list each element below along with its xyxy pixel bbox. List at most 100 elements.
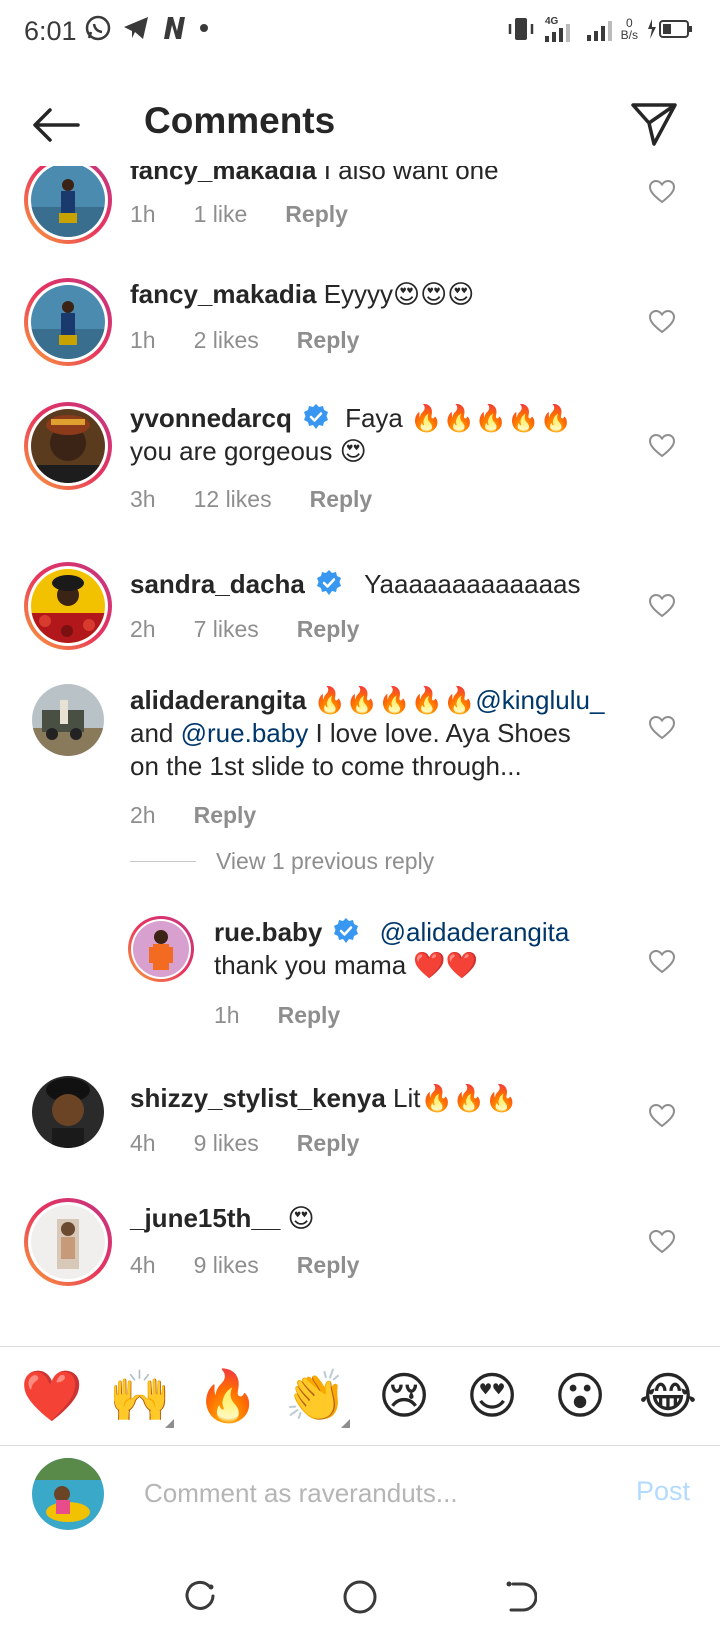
signal-bars-icon	[585, 15, 613, 43]
comment-text: 🔥🔥🔥🔥🔥	[313, 685, 476, 715]
page-title: Comments	[144, 100, 336, 141]
comment-time: 4h	[130, 1130, 156, 1156]
reply-button[interactable]: Reply	[297, 1130, 360, 1157]
avatar[interactable]	[24, 278, 112, 366]
comment-likes[interactable]: 7 likes	[194, 616, 259, 643]
status-time: 6:01	[24, 16, 77, 46]
comment-text-and: and	[130, 718, 174, 748]
emoji-crying-button[interactable]: 😢	[366, 1358, 442, 1434]
heart-outline-icon	[649, 310, 675, 334]
view-previous-replies-button[interactable]: View 1 previous reply	[130, 848, 434, 875]
emoji-heart-button[interactable]: ❤️	[14, 1358, 90, 1434]
comment-meta: 1h 2 likes Reply	[130, 327, 397, 354]
like-comment-button[interactable]	[644, 588, 680, 624]
like-comment-button[interactable]	[644, 1224, 680, 1260]
verified-badge-icon	[334, 918, 359, 943]
system-icons: 4G 0 B/s	[507, 14, 694, 44]
tears-of-joy-emoji: 😂	[638, 1368, 698, 1424]
reply-button[interactable]: Reply	[310, 486, 373, 513]
avatar[interactable]	[24, 1198, 112, 1286]
direct-message-button[interactable]	[628, 98, 680, 150]
like-comment-button[interactable]	[644, 1098, 680, 1134]
comment-likes[interactable]: 12 likes	[194, 486, 272, 513]
comment-username[interactable]: sandra_dacha	[130, 569, 305, 599]
reply-text: thank you mama ❤️❤️	[214, 950, 479, 980]
telegram-icon	[122, 15, 150, 41]
avatar[interactable]	[24, 562, 112, 650]
clapping-hands-emoji: 👏	[284, 1367, 348, 1424]
reply-meta: 1h Reply	[214, 1002, 378, 1029]
reply-username[interactable]: rue.baby	[214, 917, 322, 947]
emoji-fire-button[interactable]: 🔥	[190, 1358, 266, 1434]
comment-text: Eyyyy😍😍😍	[323, 279, 475, 309]
comment-text-line2: I love love. Aya Shoes	[315, 718, 571, 748]
post-button[interactable]: Post	[636, 1476, 690, 1507]
mention-link[interactable]: @alidaderangita	[380, 917, 570, 947]
home-circle-icon	[343, 1580, 377, 1614]
comment-username[interactable]: shizzy_stylist_kenya	[130, 1083, 386, 1113]
emoji-raised-hands-button[interactable]: 🙌	[102, 1358, 178, 1434]
reply-item: rue.baby @alidaderangita thank you mama …	[0, 916, 720, 1036]
mention-link[interactable]: @kinglulu_	[475, 685, 604, 715]
comment-username[interactable]: yvonnedarcq	[130, 403, 292, 433]
like-reply-button[interactable]	[644, 944, 680, 980]
reply-button[interactable]: Reply	[278, 1002, 341, 1029]
comment-username[interactable]: fancy_makadia	[130, 279, 316, 309]
dot-icon	[198, 22, 210, 34]
comments-list[interactable]: fancy_makadia I also want one 1h 1 like …	[0, 166, 720, 1346]
comment-input[interactable]	[144, 1470, 584, 1516]
comment-item: fancy_makadia I also want one 1h 1 like …	[0, 166, 720, 256]
comment-username[interactable]: alidaderangita	[130, 685, 306, 715]
emoji-heart-eyes-button[interactable]: 😍	[454, 1358, 530, 1434]
verified-badge-icon	[303, 404, 328, 429]
comment-likes[interactable]: 9 likes	[194, 1252, 259, 1279]
emoji-reaction-bar: ❤️ 🙌 🔥 👏 😢 😍 😮 😂	[0, 1346, 720, 1446]
comment-username[interactable]: fancy_makadia	[130, 166, 316, 185]
avatar[interactable]	[128, 916, 194, 982]
like-comment-button[interactable]	[644, 304, 680, 340]
comment-time: 3h	[130, 486, 156, 512]
like-comment-button[interactable]	[644, 428, 680, 464]
comment-text-line3: on the 1st slide to come through...	[130, 751, 522, 781]
like-comment-button[interactable]	[644, 710, 680, 746]
comment-text: Faya 🔥🔥🔥🔥🔥	[345, 403, 572, 433]
avatar[interactable]	[24, 402, 112, 490]
back-nav-button[interactable]	[494, 1571, 546, 1623]
recents-icon	[185, 1580, 215, 1610]
header: Comments	[0, 80, 720, 170]
avatar[interactable]	[32, 1076, 104, 1148]
whatsapp-icon	[84, 14, 112, 42]
avatar[interactable]	[24, 166, 112, 244]
comment-item: alidaderangita 🔥🔥🔥🔥🔥@kinglulu_ and @rue.…	[0, 684, 720, 834]
mention-link[interactable]: @rue.baby	[181, 718, 309, 748]
comment-username[interactable]: _june15th__	[130, 1203, 280, 1233]
raised-hands-emoji: 🙌	[108, 1367, 172, 1424]
comment-item: yvonnedarcq Faya 🔥🔥🔥🔥🔥 you are gorgeous …	[0, 402, 720, 542]
reply-button[interactable]: Reply	[194, 802, 257, 829]
reply-button[interactable]: Reply	[285, 201, 348, 228]
emoji-laughing-button[interactable]: 😂	[630, 1358, 706, 1434]
emoji-clap-button[interactable]: 👏	[278, 1358, 354, 1434]
like-comment-button[interactable]	[644, 174, 680, 210]
avatar[interactable]	[32, 684, 104, 756]
paper-plane-icon	[631, 103, 677, 146]
emoji-surprised-button[interactable]: 😮	[542, 1358, 618, 1434]
reply-button[interactable]: Reply	[297, 1252, 360, 1279]
recent-apps-button[interactable]	[174, 1571, 226, 1623]
comment-item: shizzy_stylist_kenya Lit🔥🔥🔥 4h 9 likes R…	[0, 1076, 720, 1186]
reply-button[interactable]: Reply	[297, 616, 360, 643]
comment-time: 2h	[130, 802, 156, 828]
comment-likes[interactable]: 2 likes	[194, 327, 259, 354]
heart-outline-icon	[649, 434, 675, 458]
comment-likes[interactable]: 9 likes	[194, 1130, 259, 1157]
comment-likes[interactable]: 1 like	[194, 201, 248, 228]
reply-button[interactable]: Reply	[297, 327, 360, 354]
home-button[interactable]	[334, 1571, 386, 1623]
comment-composer: Post	[0, 1446, 720, 1554]
comment-meta: 3h 12 likes Reply	[130, 486, 410, 513]
comment-meta: 2h Reply	[130, 802, 294, 829]
view-previous-replies-label: View 1 previous reply	[216, 848, 435, 874]
reply-time: 1h	[214, 1002, 240, 1028]
back-button[interactable]	[28, 100, 84, 150]
comment-text: 😍	[287, 1203, 315, 1233]
